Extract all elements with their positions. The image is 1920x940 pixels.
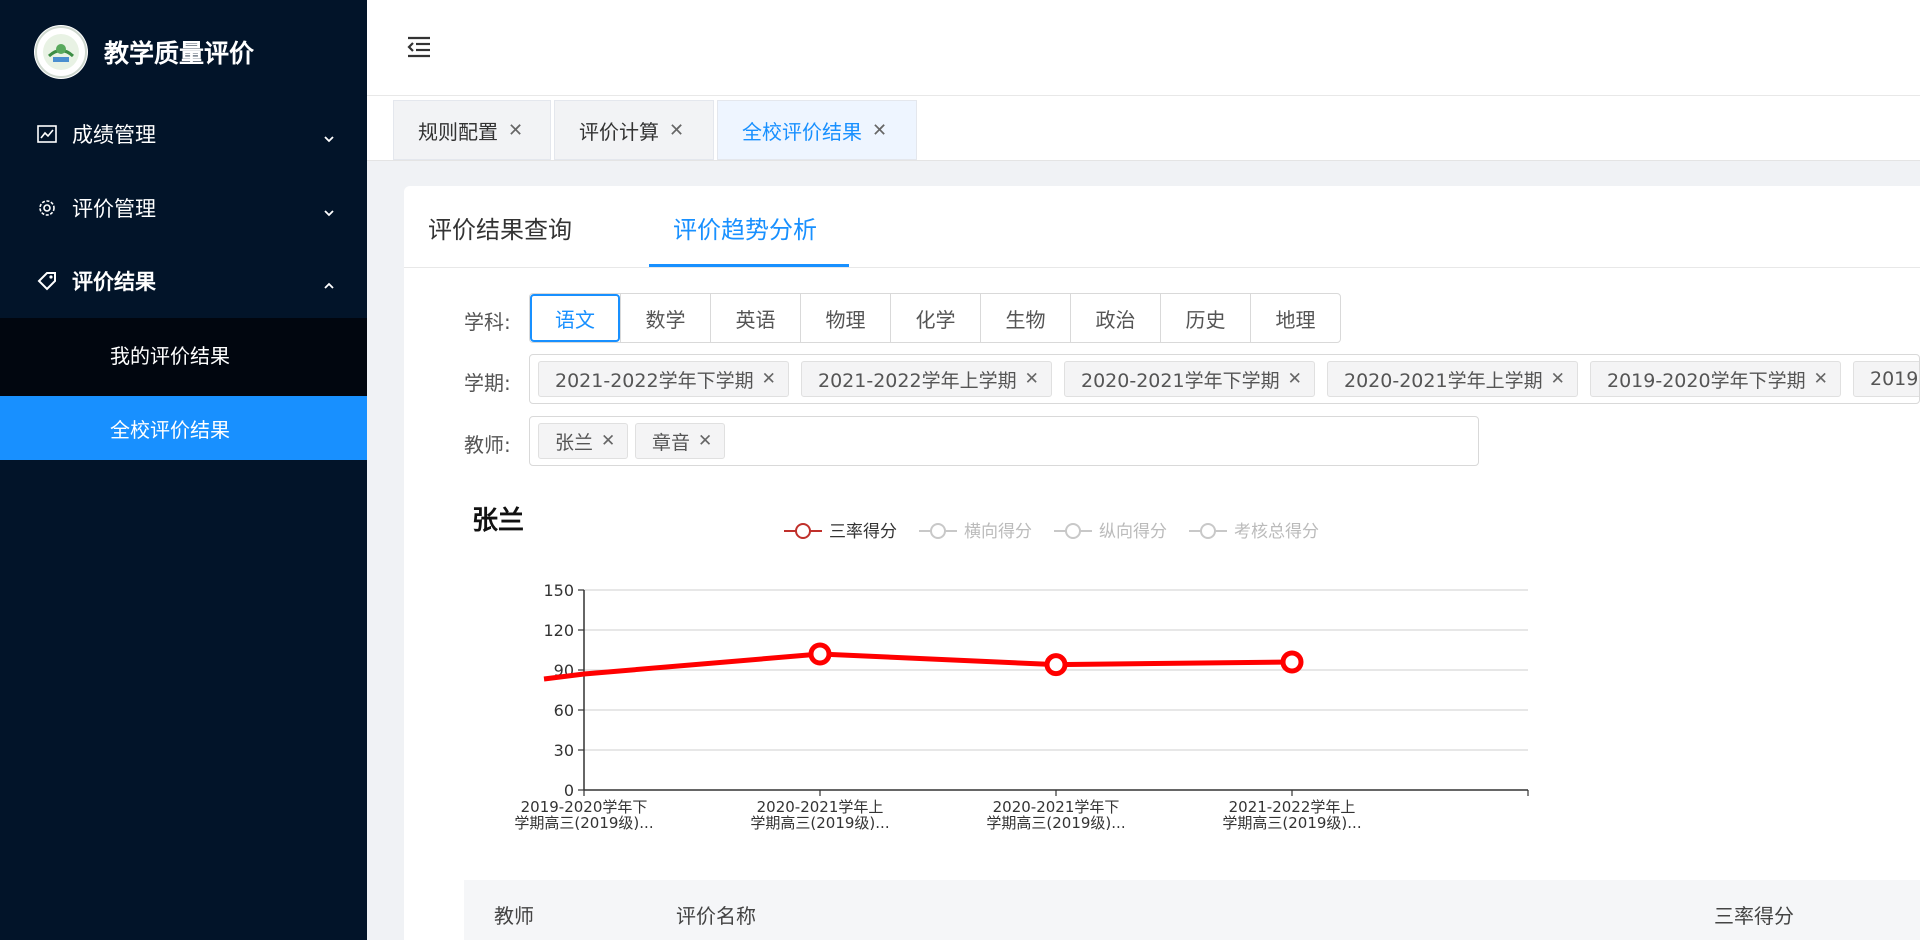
sidebar-item-score-management[interactable]: 成绩管理 bbox=[0, 98, 367, 170]
data-point bbox=[808, 642, 832, 666]
x-tick-label: 学期高三(2019级)... bbox=[750, 814, 889, 832]
sidebar-item-evaluation-results[interactable]: 评价结果 bbox=[0, 245, 367, 317]
x-tick-label: 学期高三(2019级)... bbox=[986, 814, 1125, 832]
legend-label: 横向得分 bbox=[964, 522, 1032, 542]
chevron-down-icon bbox=[322, 201, 336, 217]
chevron-up-icon bbox=[322, 274, 336, 289]
app-title: 教学质量评价 bbox=[104, 39, 255, 68]
tab-school-results[interactable]: 全校评价结果 ✕ bbox=[717, 100, 917, 160]
sidebar-item-school-results[interactable]: 全校评价结果 bbox=[0, 396, 367, 460]
sidebar-item-label: 我的评价结果 bbox=[110, 343, 230, 368]
tab-evaluation-calc[interactable]: 评价计算 ✕ bbox=[554, 100, 714, 160]
legend-label: 三率得分 bbox=[829, 522, 897, 542]
x-tick-label: 学期高三(2019级)... bbox=[514, 814, 653, 832]
legend-marker bbox=[1200, 523, 1216, 539]
legend-label: 考核总得分 bbox=[1234, 522, 1319, 542]
legend-marker bbox=[795, 523, 811, 539]
close-icon[interactable]: ✕ bbox=[669, 120, 684, 141]
legend-marker bbox=[1065, 523, 1081, 539]
app-header: 教学质量评价 bbox=[0, 0, 367, 100]
column-header-evaluation-name: 评价名称 bbox=[676, 904, 756, 928]
school-logo bbox=[34, 25, 88, 79]
close-icon[interactable]: ✕ bbox=[508, 120, 523, 141]
legend-marker bbox=[930, 523, 946, 539]
table-header: 教师 评价名称 三率得分 bbox=[464, 880, 1920, 940]
sidebar-item-label: 成绩管理 bbox=[72, 123, 156, 147]
y-tick-label: 150 bbox=[543, 581, 574, 600]
data-point bbox=[1280, 650, 1304, 674]
sidebar-item-evaluation-management[interactable]: 评价管理 bbox=[0, 172, 367, 244]
content-card: 评价结果查询 评价趋势分析 学科: 语文 数学 英语 物理 化学 生物 政治 历… bbox=[404, 186, 1920, 940]
line-chart-icon bbox=[36, 123, 58, 145]
tab-rule-config[interactable]: 规则配置 ✕ bbox=[393, 100, 551, 160]
close-icon[interactable]: ✕ bbox=[872, 120, 887, 141]
column-header-teacher: 教师 bbox=[494, 904, 534, 928]
tab-label: 评价计算 bbox=[579, 119, 659, 144]
sidebar-item-label: 评价管理 bbox=[72, 197, 156, 221]
legend-label: 纵向得分 bbox=[1099, 522, 1167, 542]
tab-label: 全校评价结果 bbox=[742, 119, 862, 144]
sidebar-item-my-results[interactable]: 我的评价结果 bbox=[0, 322, 367, 386]
tab-label: 规则配置 bbox=[418, 119, 498, 144]
x-tick-label: 学期高三(2019级)... bbox=[1222, 814, 1361, 832]
series-line bbox=[543, 651, 1293, 682]
y-tick-label: 30 bbox=[554, 741, 574, 760]
menu-fold-icon[interactable] bbox=[405, 34, 433, 60]
gear-icon bbox=[36, 197, 58, 219]
top-header bbox=[367, 0, 1920, 96]
sidebar-item-label: 评价结果 bbox=[72, 270, 156, 294]
chevron-down-icon bbox=[322, 127, 336, 143]
data-point bbox=[1044, 653, 1068, 677]
y-tick-label: 120 bbox=[543, 621, 574, 640]
tag-icon bbox=[36, 270, 58, 292]
tabs-bar: 规则配置 ✕ 评价计算 ✕ 全校评价结果 ✕ bbox=[367, 96, 1920, 161]
column-header-three-rate-score: 三率得分 bbox=[1714, 904, 1794, 928]
sidebar-item-label: 全校评价结果 bbox=[110, 417, 230, 442]
y-tick-label: 60 bbox=[554, 701, 574, 720]
trend-line-chart: 03060901201502019-2020学年下学期高三(2019级)...2… bbox=[514, 522, 1529, 832]
sidebar: 教学质量评价 成绩管理 评价管理 评价结果 我的评价结果 全校评价结果 bbox=[0, 0, 367, 940]
